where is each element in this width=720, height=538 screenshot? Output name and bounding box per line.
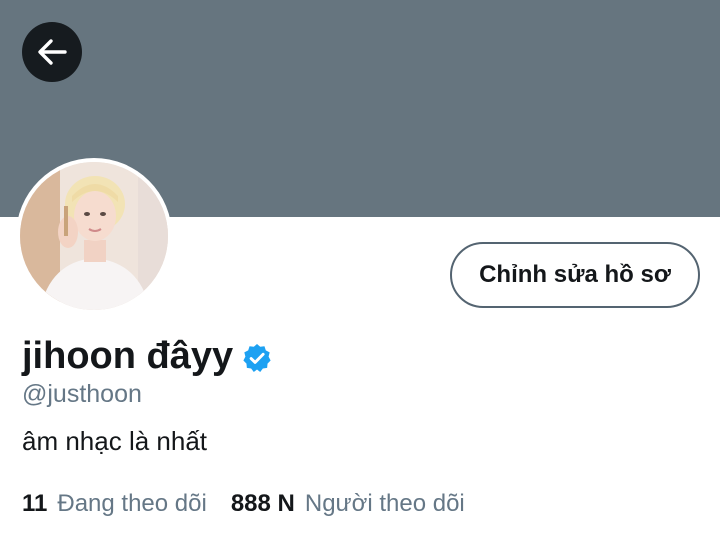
profile-page: Chỉnh sửa hồ sơ jihoon đâyy @justhoon âm…	[0, 0, 720, 538]
edit-profile-label: Chỉnh sửa hồ sơ	[479, 261, 671, 288]
verified-badge-icon	[243, 344, 271, 372]
display-name: jihoon đâyy	[22, 335, 234, 377]
avatar-image	[20, 162, 168, 310]
avatar[interactable]	[16, 158, 172, 314]
user-handle: @justhoon	[22, 380, 142, 408]
arrow-left-icon	[38, 39, 67, 65]
followers-link[interactable]: 888 N Người theo dõi	[231, 488, 465, 520]
back-button[interactable]	[22, 22, 82, 82]
edit-profile-button[interactable]: Chỉnh sửa hồ sơ	[450, 242, 700, 308]
followers-count: 888 N	[230, 490, 295, 517]
name-row: jihoon đâyy	[22, 330, 273, 382]
follow-stats: 11 Đang theo dõi 888 N Người theo dõi	[22, 488, 489, 520]
followers-label: Người theo dõi	[304, 490, 465, 517]
following-label: Đang theo dõi	[57, 490, 207, 517]
following-count: 11	[22, 490, 48, 517]
following-link[interactable]: 11 Đang theo dõi	[22, 488, 207, 520]
profile-bio: âm nhạc là nhất	[22, 426, 208, 456]
